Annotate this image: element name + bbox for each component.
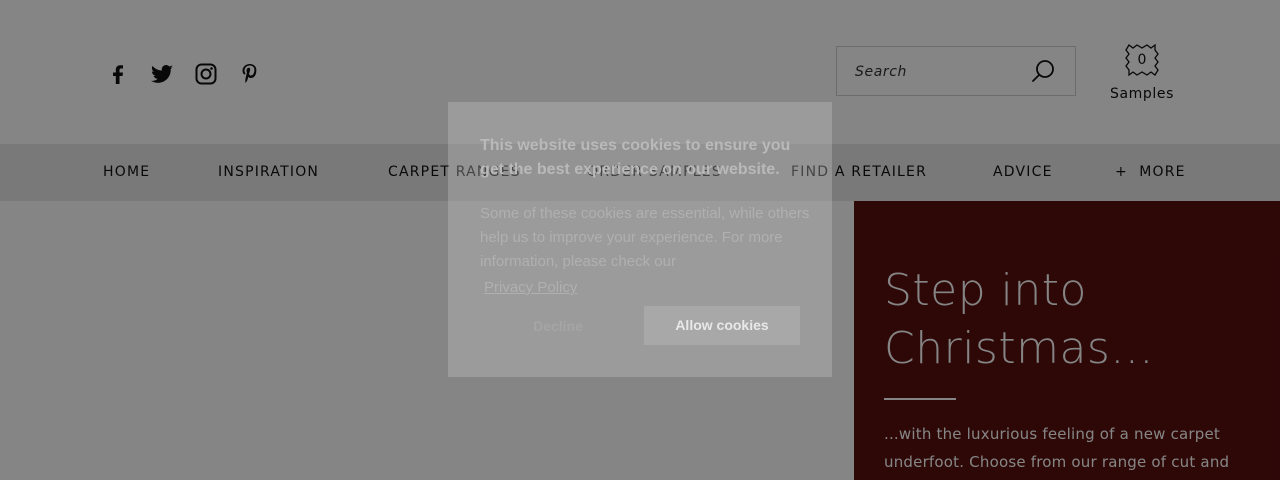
privacy-policy-link[interactable]: Privacy Policy [484, 279, 577, 296]
allow-cookies-button[interactable]: Allow cookies [644, 306, 800, 345]
cookie-title: This website uses cookies to ensure you … [480, 137, 791, 178]
cookie-banner: This website uses cookies to ensure you … [448, 102, 832, 377]
page: 0 Samples HOME INSPIRATION CARPET RANGES… [0, 0, 1280, 480]
decline-button[interactable]: Decline [496, 307, 620, 345]
cookie-body: Some of these cookies are essential, whi… [480, 205, 810, 270]
